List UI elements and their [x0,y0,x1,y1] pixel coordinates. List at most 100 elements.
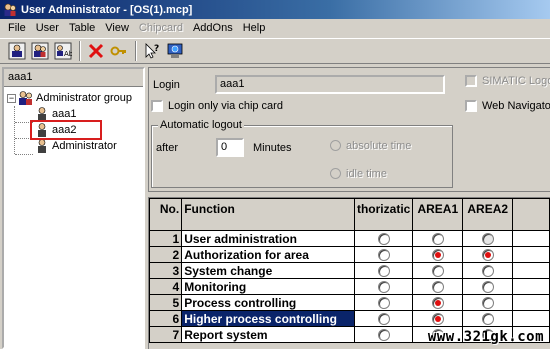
menu-chipcard[interactable]: Chipcard [134,22,188,34]
toolbar-separator [79,41,81,61]
permission-cell-area2[interactable] [462,246,514,263]
table-header-row: No. Function thorizatic AREA1 AREA2 [149,198,550,231]
radio-unchecked-icon[interactable] [377,249,390,262]
permission-cell-area1[interactable] [412,310,464,327]
menu-table[interactable]: Table [64,22,100,34]
tree-root-group[interactable]: − Administrator group [4,90,143,106]
new-group-icon[interactable] [6,41,27,62]
permission-cell-auth[interactable] [353,294,414,311]
permission-cell-area1[interactable] [412,230,464,247]
menu-file[interactable]: File [3,22,31,34]
permission-cell-auth[interactable] [353,278,414,295]
permission-cell-auth[interactable] [353,310,414,327]
radio-unchecked-icon[interactable] [377,281,390,294]
radio-unchecked-icon[interactable] [431,281,444,294]
chip-card-checkbox[interactable] [151,100,163,112]
empty-cell [512,294,550,311]
permission-cell-area2[interactable] [462,262,514,279]
menu-addons[interactable]: AddOns [188,22,238,34]
permission-cell-area1[interactable] [412,278,464,295]
copy-user-icon[interactable]: Ab [52,41,73,62]
col-header-authorization[interactable]: thorizatic [353,198,414,231]
toolbar: Ab ? [0,38,550,64]
menu-view[interactable]: View [100,22,134,34]
radio-unchecked-icon[interactable] [481,233,494,246]
new-user-icon[interactable] [29,41,50,62]
absolute-time-label: absolute time [346,140,412,152]
permission-cell-area1[interactable] [412,294,464,311]
simatic-logon-checkbox[interactable] [465,75,477,87]
radio-unchecked-icon[interactable] [481,265,494,278]
row-number[interactable]: 3 [149,262,183,279]
permission-cell-area2[interactable] [462,278,514,295]
table-row[interactable]: 1 User administration [149,230,550,247]
row-number[interactable]: 7 [149,326,183,343]
empty-cell [512,230,550,247]
row-function[interactable]: Higher process controlling [181,310,355,327]
logout-minutes-field[interactable]: 0 [216,138,244,157]
radio-unchecked-icon[interactable] [431,265,444,278]
permission-cell-area1[interactable] [412,262,464,279]
radio-checked-icon[interactable] [431,249,444,262]
radio-unchecked-icon[interactable] [377,313,390,326]
permission-cell-auth[interactable] [353,230,414,247]
annotation-highlight-box [30,120,102,140]
radio-unchecked-icon[interactable] [481,313,494,326]
radio-unchecked-icon[interactable] [481,281,494,294]
table-row[interactable]: 5 Process controlling [149,294,550,311]
row-function[interactable]: User administration [181,230,355,247]
radio-unchecked-icon[interactable] [481,297,494,310]
row-function[interactable]: Monitoring [181,278,355,295]
permission-cell-area1[interactable] [412,246,464,263]
row-number[interactable]: 1 [149,230,183,247]
help-icon[interactable]: ? [141,41,162,62]
collapse-icon[interactable]: − [7,93,16,103]
radio-unchecked-icon[interactable] [377,233,390,246]
row-function[interactable]: Report system [181,326,355,343]
permission-cell-area2[interactable] [462,310,514,327]
table-row[interactable]: 3 System change [149,262,550,279]
permission-cell-auth[interactable] [353,262,414,279]
web-navigator-label: Web Navigator [482,100,550,112]
idle-time-radio[interactable] [330,168,341,179]
table-row[interactable]: 6 Higher process controlling [149,310,550,327]
table-row[interactable]: 2 Authorization for area [149,246,550,263]
menu-help[interactable]: Help [238,22,271,34]
after-label: after [156,142,179,154]
radio-unchecked-icon[interactable] [377,297,390,310]
col-header-area1[interactable]: AREA1 [412,198,464,231]
row-function[interactable]: System change [181,262,355,279]
delete-icon[interactable] [85,41,106,62]
permission-cell-area2[interactable] [462,230,514,247]
radio-unchecked-icon[interactable] [431,233,444,246]
title-bar[interactable]: User Administrator - [OS(1).mcp] [0,0,550,19]
col-header-empty [512,198,550,231]
table-row[interactable]: 4 Monitoring [149,278,550,295]
tree-item-administrator[interactable]: Administrator [4,138,143,154]
row-function[interactable]: Authorization for area [181,246,355,263]
user-tree: − Administrator group aaa1 aaa2 Administ… [4,87,143,155]
web-navigator-checkbox[interactable] [465,100,477,112]
radio-checked-icon[interactable] [481,249,494,262]
login-field[interactable]: aaa1 [215,75,445,94]
row-number[interactable]: 2 [149,246,183,263]
col-header-function[interactable]: Function [181,198,355,231]
col-header-no[interactable]: No. [149,198,183,231]
permission-cell-area2[interactable] [462,294,514,311]
row-function[interactable]: Process controlling [181,294,355,311]
radio-unchecked-icon[interactable] [377,265,390,278]
menu-user[interactable]: User [31,22,64,34]
absolute-time-radio[interactable] [330,140,341,151]
radio-unchecked-icon[interactable] [377,329,390,342]
row-number[interactable]: 5 [149,294,183,311]
key-icon[interactable] [108,41,129,62]
col-header-area2[interactable]: AREA2 [462,198,514,231]
row-number[interactable]: 4 [149,278,183,295]
permission-cell-auth[interactable] [353,246,414,263]
network-icon[interactable] [164,41,185,62]
permission-cell-auth[interactable] [353,326,414,343]
radio-checked-icon[interactable] [431,313,444,326]
window-title: User Administrator - [OS(1).mcp] [21,3,193,16]
radio-checked-icon[interactable] [431,297,444,310]
row-number[interactable]: 6 [149,310,183,327]
